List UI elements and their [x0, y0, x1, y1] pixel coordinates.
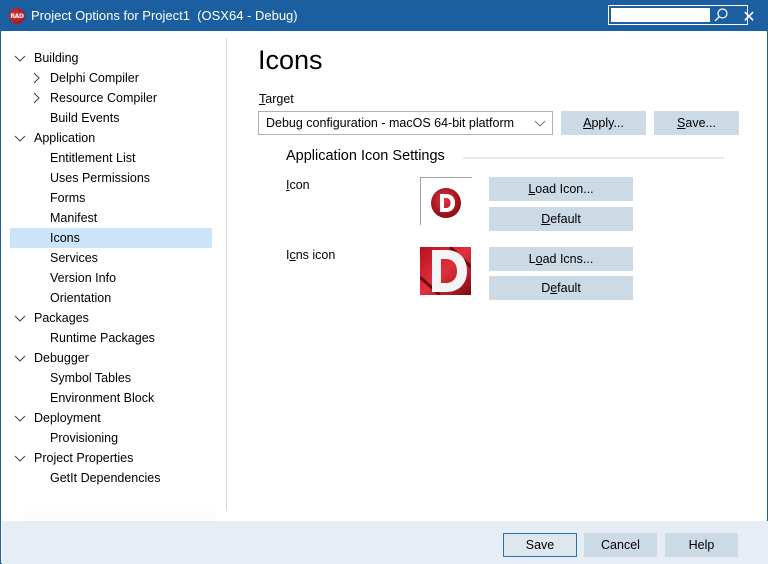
sidebar-bottom-edge	[23, 511, 215, 521]
save-button[interactable]: Save	[503, 533, 577, 557]
tree-item-label: Forms	[50, 191, 86, 205]
target-select[interactable]: Debug configuration - macOS 64-bit platf…	[258, 111, 553, 135]
tree-item-build-events[interactable]: Build Events	[10, 108, 212, 128]
rad-studio-app-icon: RAD	[9, 8, 25, 24]
tree-item-uses-permissions[interactable]: Uses Permissions	[10, 168, 212, 188]
tree-item-application[interactable]: Application	[10, 128, 212, 148]
options-tree: Building Delphi Compiler Resource Compiler…	[2, 31, 226, 520]
tree-item-runtime-packages[interactable]: Runtime Packages	[10, 328, 212, 348]
window-title: Project Options for Project1 (OSX64 - De…	[31, 8, 298, 23]
chevron-down-icon[interactable]	[14, 312, 26, 324]
tree-item-label: Debugger	[34, 351, 89, 365]
default-icns-button[interactable]: De fault	[489, 276, 633, 300]
tree-item-label: Icons	[50, 231, 80, 245]
tree-item-label: Environment Block	[50, 391, 155, 405]
tree-item-forms[interactable]: Forms	[10, 188, 212, 208]
target-label: Target	[259, 92, 294, 106]
tree-item-version-info[interactable]: Version Info	[10, 268, 212, 288]
tree-item-label: Runtime Packages	[50, 331, 155, 345]
save-target-button[interactable]: Save...	[654, 111, 739, 135]
app-icon-preview	[431, 188, 461, 218]
tree-item-label: Building	[34, 51, 79, 65]
tree-item-symbol-tables[interactable]: Symbol Tables	[10, 368, 212, 388]
tree-item-label: Application	[34, 131, 96, 145]
tree-item-entitlement-list[interactable]: Entitlement List	[10, 148, 212, 168]
chevron-down-icon[interactable]	[14, 132, 26, 144]
cancel-button[interactable]: Cancel	[584, 533, 657, 557]
target-select-value: Debug configuration - macOS 64-bit platf…	[266, 116, 515, 130]
tree-item-label: Symbol Tables	[50, 371, 132, 385]
close-icon: ✕	[742, 6, 756, 26]
icns-icon-preview	[420, 247, 471, 295]
tree-item-label: Packages	[34, 311, 89, 325]
tree-item-label: GetIt Dependencies	[50, 471, 161, 485]
group-divider	[463, 157, 724, 159]
options-search-input[interactable]	[611, 8, 710, 22]
sidebar-divider	[226, 38, 227, 511]
options-search-box	[608, 5, 748, 25]
chevron-down-icon	[534, 120, 546, 127]
icns-icon-label: Icns icon	[286, 248, 336, 262]
page-title: Icons	[258, 45, 323, 75]
tree-item-label: Uses Permissions	[50, 171, 151, 185]
chevron-down-icon[interactable]	[14, 352, 26, 364]
chevron-down-icon[interactable]	[14, 412, 26, 424]
chevron-down-icon[interactable]	[14, 452, 26, 464]
tree-item-label: Provisioning	[50, 431, 119, 445]
tree-item-getit-dependencies[interactable]: GetIt Dependencies	[10, 468, 212, 488]
search-icon[interactable]	[713, 7, 729, 23]
chevron-down-icon[interactable]	[14, 52, 26, 64]
tree-item-label: Delphi Compiler	[50, 71, 139, 85]
tree-item-label: Entitlement List	[50, 151, 136, 165]
icon-label: Icon	[286, 178, 310, 192]
tree-item-label: Deployment	[34, 411, 101, 425]
help-button[interactable]: Help	[665, 533, 738, 557]
tree-item-label: Project Properties	[34, 451, 134, 465]
tree-item-deployment[interactable]: Deployment	[10, 408, 212, 428]
tree-item-environment-block[interactable]: Environment Block	[10, 388, 212, 408]
tree-item-debugger[interactable]: Debugger	[10, 348, 212, 368]
tree-item-resource-compiler[interactable]: Resource Compiler	[10, 88, 212, 108]
group-title: Application Icon Settings	[286, 148, 445, 164]
tree-item-label: Resource Compiler	[50, 91, 157, 105]
close-button[interactable]: ✕	[737, 5, 761, 27]
tree-item-label: Orientation	[50, 291, 112, 305]
icon-preview-frame	[420, 177, 472, 225]
tree-item-project-properties[interactable]: Project Properties	[10, 448, 212, 468]
chevron-right-icon[interactable]	[30, 92, 42, 104]
tree-item-label: Manifest	[50, 211, 98, 225]
tree-item-delphi-compiler[interactable]: Delphi Compiler	[10, 68, 212, 88]
tree-item-label: Build Events	[50, 111, 120, 125]
title-bar: RAD Project Options for Project1 (OSX64 …	[1, 1, 767, 31]
tree-item-provisioning[interactable]: Provisioning	[10, 428, 212, 448]
default-icon-button[interactable]: Default	[489, 207, 633, 231]
project-options-window: RAD Project Options for Project1 (OSX64 …	[0, 0, 768, 564]
tree-item-services[interactable]: Services	[10, 248, 212, 268]
tree-item-building[interactable]: Building	[10, 48, 212, 68]
tree-item-packages[interactable]: Packages	[10, 308, 212, 328]
tree-item-manifest[interactable]: Manifest	[10, 208, 212, 228]
apply-button[interactable]: Apply...	[561, 111, 646, 135]
tree-item-icons[interactable]: Icons	[10, 228, 212, 248]
tree-item-label: Version Info	[50, 271, 117, 285]
chevron-right-icon[interactable]	[30, 72, 42, 84]
load-icns-button[interactable]: Lo ad Icns...	[489, 247, 633, 271]
tree-item-label: Services	[50, 251, 98, 265]
tree-item-orientation[interactable]: Orientation	[10, 288, 212, 308]
load-icon-button[interactable]: Load Icon...	[489, 177, 633, 201]
